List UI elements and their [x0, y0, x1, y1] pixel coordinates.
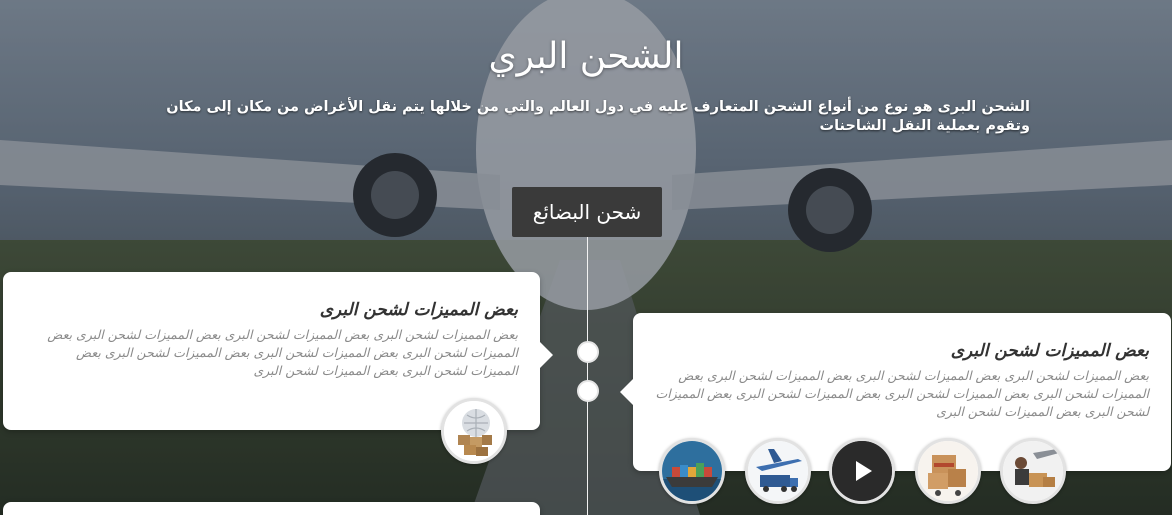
card-text: بعض المميزات لشحن البرى بعض المميزات لشح…	[47, 327, 518, 378]
card-title: بعض المميزات لشحن البرى	[319, 300, 518, 320]
timeline-line	[587, 236, 588, 515]
timeline-dot	[577, 380, 599, 402]
play-button[interactable]	[829, 438, 895, 504]
card-title: بعض المميزات لشحن البرى	[950, 341, 1149, 361]
timeline-dot	[577, 341, 599, 363]
globe-boxes-icon[interactable]	[441, 398, 507, 464]
delivery-truck-icon[interactable]	[1000, 438, 1066, 504]
cargo-plane-icon[interactable]	[745, 438, 811, 504]
section-tag: شحن البضائع	[512, 187, 662, 237]
intro-text: الشحن البرى هو نوع من أنواع الشحن المتعا…	[166, 99, 1030, 134]
cargo-ship-icon[interactable]	[659, 438, 725, 504]
express-delivery-boxes-icon[interactable]	[915, 438, 981, 504]
card-text: بعض المميزات لشحن البرى بعض المميزات لشح…	[655, 368, 1149, 419]
timeline-card	[3, 502, 540, 515]
page-title: الشحن البري	[488, 36, 684, 77]
